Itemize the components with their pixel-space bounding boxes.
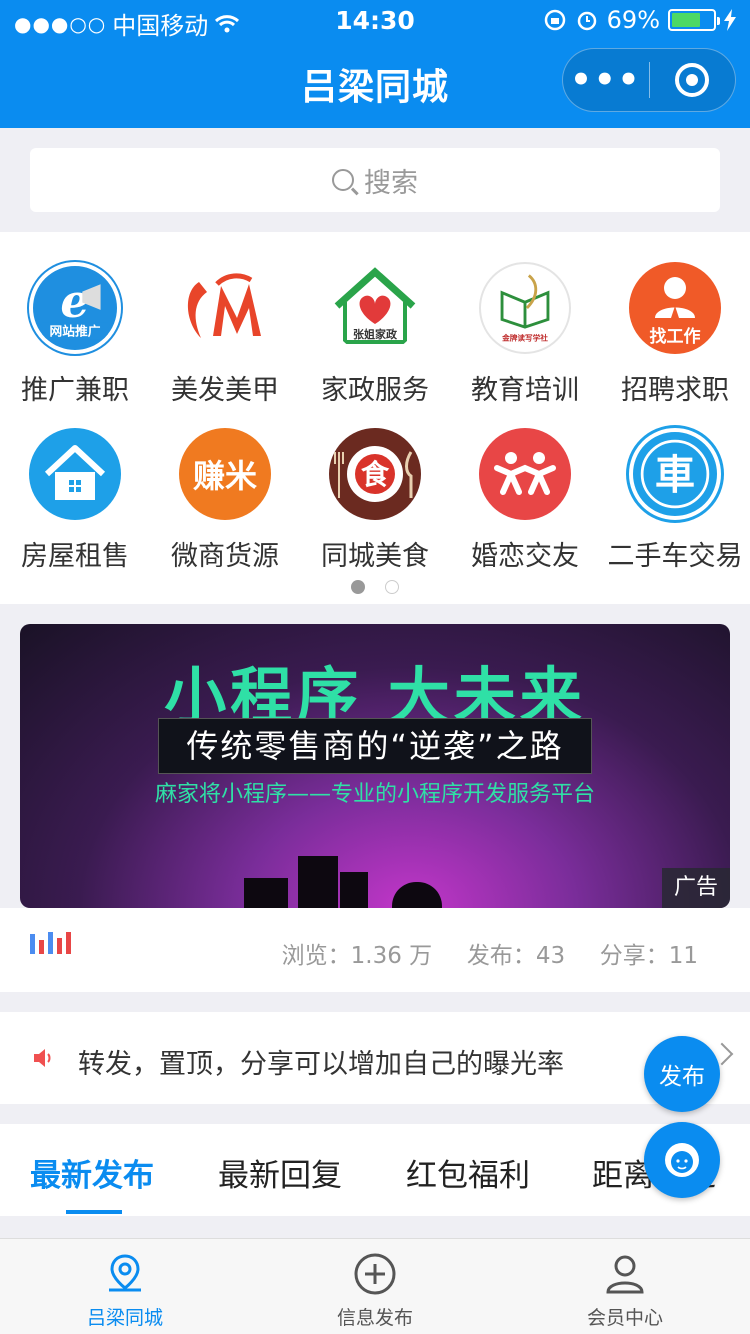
- publish-fab-label: 发布: [659, 1064, 705, 1090]
- svg-text:网站推广: 网站推广: [49, 323, 100, 339]
- nav-home[interactable]: 吕梁同城: [0, 1239, 250, 1334]
- nav-publish-label: 信息发布: [336, 1307, 413, 1329]
- tab-indicator: [66, 1210, 122, 1214]
- svg-text:找工作: 找工作: [650, 326, 701, 347]
- pager-dot[interactable]: [385, 580, 399, 594]
- search-icon: [332, 169, 354, 191]
- city-skyline: [298, 856, 338, 908]
- pager-dots: [0, 580, 750, 594]
- category-dating[interactable]: 婚恋交友: [450, 398, 600, 572]
- education-icon: 金牌读写学社: [479, 262, 571, 354]
- svg-text:金牌读写学社: 金牌读写学社: [501, 333, 548, 343]
- job-search-icon: 找工作: [629, 262, 721, 354]
- alarm-icon: [577, 11, 596, 31]
- notice-bar[interactable]: 转发，置顶，分享可以增加自己的曝光率: [0, 1012, 750, 1104]
- category-promotion[interactable]: e 网站推广 推广兼职: [0, 232, 150, 406]
- stats-text: 浏览：1.36 万 发布：43 分享：11: [282, 936, 698, 970]
- posts-label: 发布：: [466, 943, 536, 969]
- nav-member[interactable]: 会员中心: [500, 1239, 750, 1334]
- zhuanmi-icon: 赚米: [179, 428, 271, 520]
- status-bar: ●●●○○ 中国移动 14:30 69%: [0, 0, 750, 40]
- views-value: 1.36 万: [350, 943, 433, 969]
- housekeeping-icon: 张姐家政: [329, 262, 421, 354]
- category-label: 二手车交易: [607, 541, 743, 572]
- category-label: 同城美食: [321, 541, 429, 572]
- miniprogram-capsule: •••: [562, 48, 736, 112]
- svg-text:食: 食: [361, 458, 390, 491]
- search-input[interactable]: 搜索: [30, 148, 720, 212]
- city-skyline: [392, 882, 442, 908]
- charging-icon: [724, 9, 736, 31]
- top-bar: ●●●○○ 中国移动 14:30 69% 吕梁同城 •••: [0, 0, 750, 128]
- hair-beauty-icon: [179, 262, 271, 354]
- views-label: 浏览：: [281, 943, 351, 969]
- posts-value: 43: [535, 943, 566, 969]
- house-icon: [29, 428, 121, 520]
- category-jobs[interactable]: 找工作 招聘求职: [600, 232, 750, 406]
- category-housekeeping[interactable]: 张姐家政 家政服务: [300, 232, 450, 406]
- publish-fab[interactable]: 发布: [644, 1036, 720, 1112]
- svg-text:車: 車: [655, 453, 695, 499]
- search-placeholder: 搜索: [364, 167, 418, 199]
- bottom-nav: 吕梁同城 信息发布 会员中心: [0, 1238, 750, 1334]
- tab-latest-replies[interactable]: 最新回复: [218, 1150, 342, 1195]
- category-used-car[interactable]: 車 二手车交易: [600, 398, 750, 572]
- speaker-icon: [34, 1049, 51, 1067]
- banner-subtitle: 传统零售商的“逆袭”之路: [158, 718, 592, 774]
- banner-line: 麻家将小程序——专业的小程序开发服务平台: [154, 782, 595, 807]
- pager-dot-active[interactable]: [351, 580, 365, 594]
- customer-service-icon: [665, 1143, 699, 1177]
- close-button[interactable]: [650, 63, 736, 97]
- nav-publish[interactable]: 信息发布: [250, 1239, 500, 1334]
- shares-value: 11: [668, 943, 698, 969]
- category-beauty[interactable]: 美发美甲: [150, 232, 300, 406]
- location-icon: [109, 1254, 141, 1292]
- category-label: 微商货源: [171, 541, 279, 572]
- customer-service-fab[interactable]: [644, 1122, 720, 1198]
- category-grid: e 网站推广 推广兼职 美发美甲 张姐家政 家政服务 金牌读写学社 教育培训 找…: [0, 232, 750, 604]
- target-icon: [675, 63, 710, 97]
- plus-circle-icon: [354, 1253, 396, 1295]
- user-icon: [606, 1255, 644, 1294]
- shares-label: 分享：: [599, 943, 669, 969]
- svg-text:张姐家政: 张姐家政: [353, 327, 398, 341]
- feed-tabs: 最新发布 最新回复 红包福利 距离最近: [0, 1124, 750, 1216]
- notice-text: 转发，置顶，分享可以增加自己的曝光率: [78, 1049, 564, 1080]
- city-skyline: [340, 872, 368, 908]
- category-food[interactable]: 食 同城美食: [300, 398, 450, 572]
- ad-tag: 广告: [662, 868, 730, 908]
- website-promotion-icon: e 网站推广: [29, 262, 121, 354]
- battery-icon: [668, 9, 720, 31]
- stats-bar: 浏览：1.36 万 发布：43 分享：11: [0, 908, 750, 992]
- tab-red-envelope[interactable]: 红包福利: [406, 1150, 530, 1195]
- nav-member-label: 会员中心: [586, 1307, 663, 1329]
- search-section: 搜索: [0, 128, 750, 232]
- banner-section: 小程序 大未来 传统零售商的“逆袭”之路 麻家将小程序——专业的小程序开发服务平…: [0, 604, 750, 910]
- food-icon: 食: [329, 428, 421, 520]
- category-education[interactable]: 金牌读写学社 教育培训: [450, 232, 600, 406]
- category-housing[interactable]: 房屋租售: [0, 398, 150, 572]
- rotation-lock-icon: [544, 9, 565, 31]
- tab-latest-posts[interactable]: 最新发布: [30, 1150, 154, 1195]
- dating-icon: [479, 428, 571, 520]
- stats-chart-icon: [30, 932, 71, 954]
- ad-banner[interactable]: 小程序 大未来 传统零售商的“逆袭”之路 麻家将小程序——专业的小程序开发服务平…: [20, 624, 730, 908]
- battery-percent: 69%: [606, 6, 660, 34]
- city-skyline: [244, 878, 288, 908]
- used-car-icon: 車: [629, 428, 721, 520]
- category-label: 房屋租售: [21, 541, 129, 572]
- more-button[interactable]: •••: [563, 48, 649, 112]
- zhuanmi-text: 赚米: [192, 457, 257, 495]
- category-wechat-goods[interactable]: 赚米 微商货源: [150, 398, 300, 572]
- category-label: 婚恋交友: [471, 541, 579, 572]
- nav-home-label: 吕梁同城: [86, 1307, 163, 1329]
